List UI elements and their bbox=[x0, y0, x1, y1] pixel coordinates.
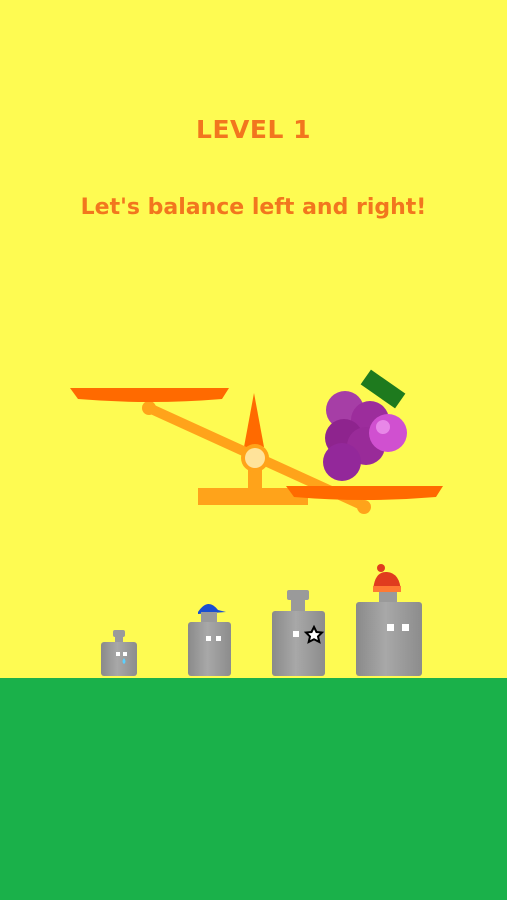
grape bbox=[323, 443, 361, 481]
weight-eye bbox=[216, 636, 221, 641]
weight-body bbox=[101, 642, 137, 676]
grape-highlight bbox=[376, 420, 390, 434]
weight-eye bbox=[402, 624, 409, 631]
weight-neck bbox=[291, 599, 305, 611]
weight-eye bbox=[387, 624, 394, 631]
weight-smallest[interactable] bbox=[101, 630, 137, 676]
grape bbox=[369, 414, 407, 452]
beanie-pompom bbox=[377, 564, 385, 572]
beanie-band bbox=[373, 586, 401, 592]
weight-eye bbox=[293, 631, 299, 637]
weight-medium[interactable] bbox=[272, 590, 325, 676]
scale-pivot-center bbox=[245, 448, 265, 468]
weight-large[interactable] bbox=[356, 564, 422, 676]
right-pan[interactable] bbox=[286, 486, 443, 500]
weight-knob bbox=[287, 590, 309, 600]
game-scene bbox=[70, 369, 443, 676]
weight-neck bbox=[115, 636, 123, 642]
weight-eye bbox=[123, 652, 127, 656]
weight-eye bbox=[206, 636, 211, 641]
weight-neck bbox=[379, 592, 397, 602]
weight-body bbox=[188, 622, 231, 676]
grapes-item[interactable] bbox=[323, 369, 407, 481]
left-pan[interactable] bbox=[70, 388, 229, 402]
beam-end-right bbox=[357, 500, 371, 514]
weight-body bbox=[356, 602, 422, 676]
weight-neck bbox=[201, 612, 217, 622]
weight-body bbox=[272, 611, 325, 676]
weight-eye bbox=[116, 652, 120, 656]
weight-small[interactable] bbox=[188, 603, 231, 676]
beam-end-left bbox=[142, 401, 156, 415]
weight-knob bbox=[113, 630, 125, 637]
scale-pointer bbox=[244, 393, 264, 447]
